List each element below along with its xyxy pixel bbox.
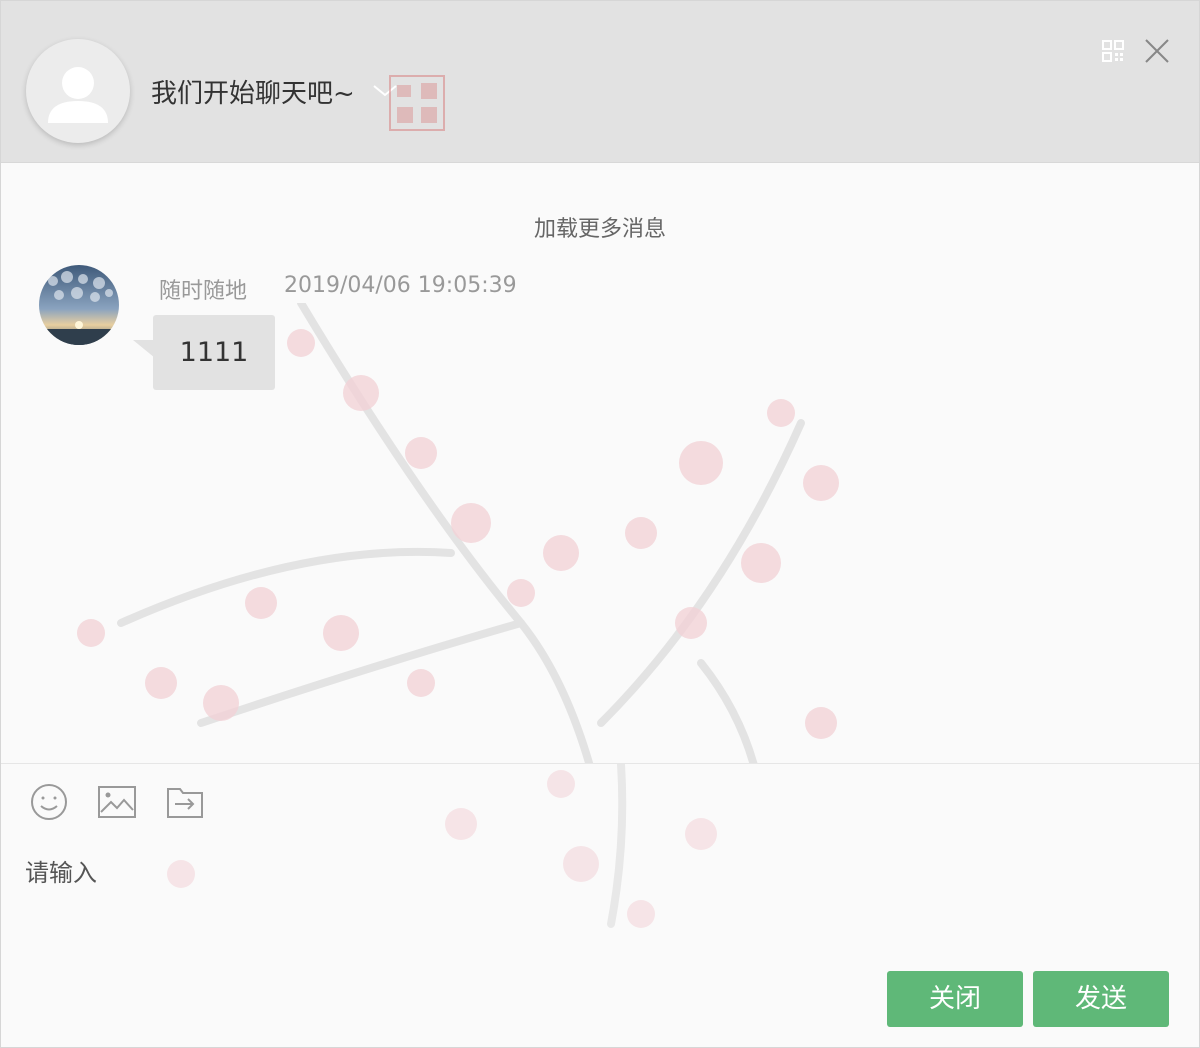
header-avatar (26, 39, 130, 143)
chat-title: 我们开始聊天吧~ (151, 79, 355, 109)
message-timestamp: 2019/04/06 19:05:39 (284, 273, 517, 298)
send-button[interactable]: 发送 (1033, 971, 1169, 1027)
qrcode-icon[interactable] (1101, 39, 1125, 63)
seal-stamp (389, 75, 445, 131)
bubble-tail (133, 340, 155, 358)
sunset-avatar-image (39, 265, 119, 345)
emoji-icon[interactable] (29, 782, 69, 822)
file-icon[interactable] (165, 782, 205, 822)
load-more-link[interactable]: 加载更多消息 (1, 211, 1199, 243)
close-icon[interactable] (1143, 37, 1171, 65)
message-bubble: 1111 (153, 315, 275, 390)
chat-header: 我们开始聊天吧~ (1, 1, 1199, 163)
message-list: 加载更多消息 随时随地 2019/04/06 19:05:39 1111 (1, 163, 1199, 763)
message-username: 随时随地 (159, 279, 248, 304)
default-user-icon (48, 67, 108, 123)
message-input[interactable] (23, 851, 1177, 955)
toolbar-divider (1, 763, 1199, 764)
close-button[interactable]: 关闭 (887, 971, 1023, 1027)
image-icon[interactable] (97, 782, 137, 822)
chat-window: 我们开始聊天吧~ 加载更多消息 随时随地 2019/04/06 19:05:39… (0, 0, 1200, 1048)
avatar (39, 265, 119, 345)
